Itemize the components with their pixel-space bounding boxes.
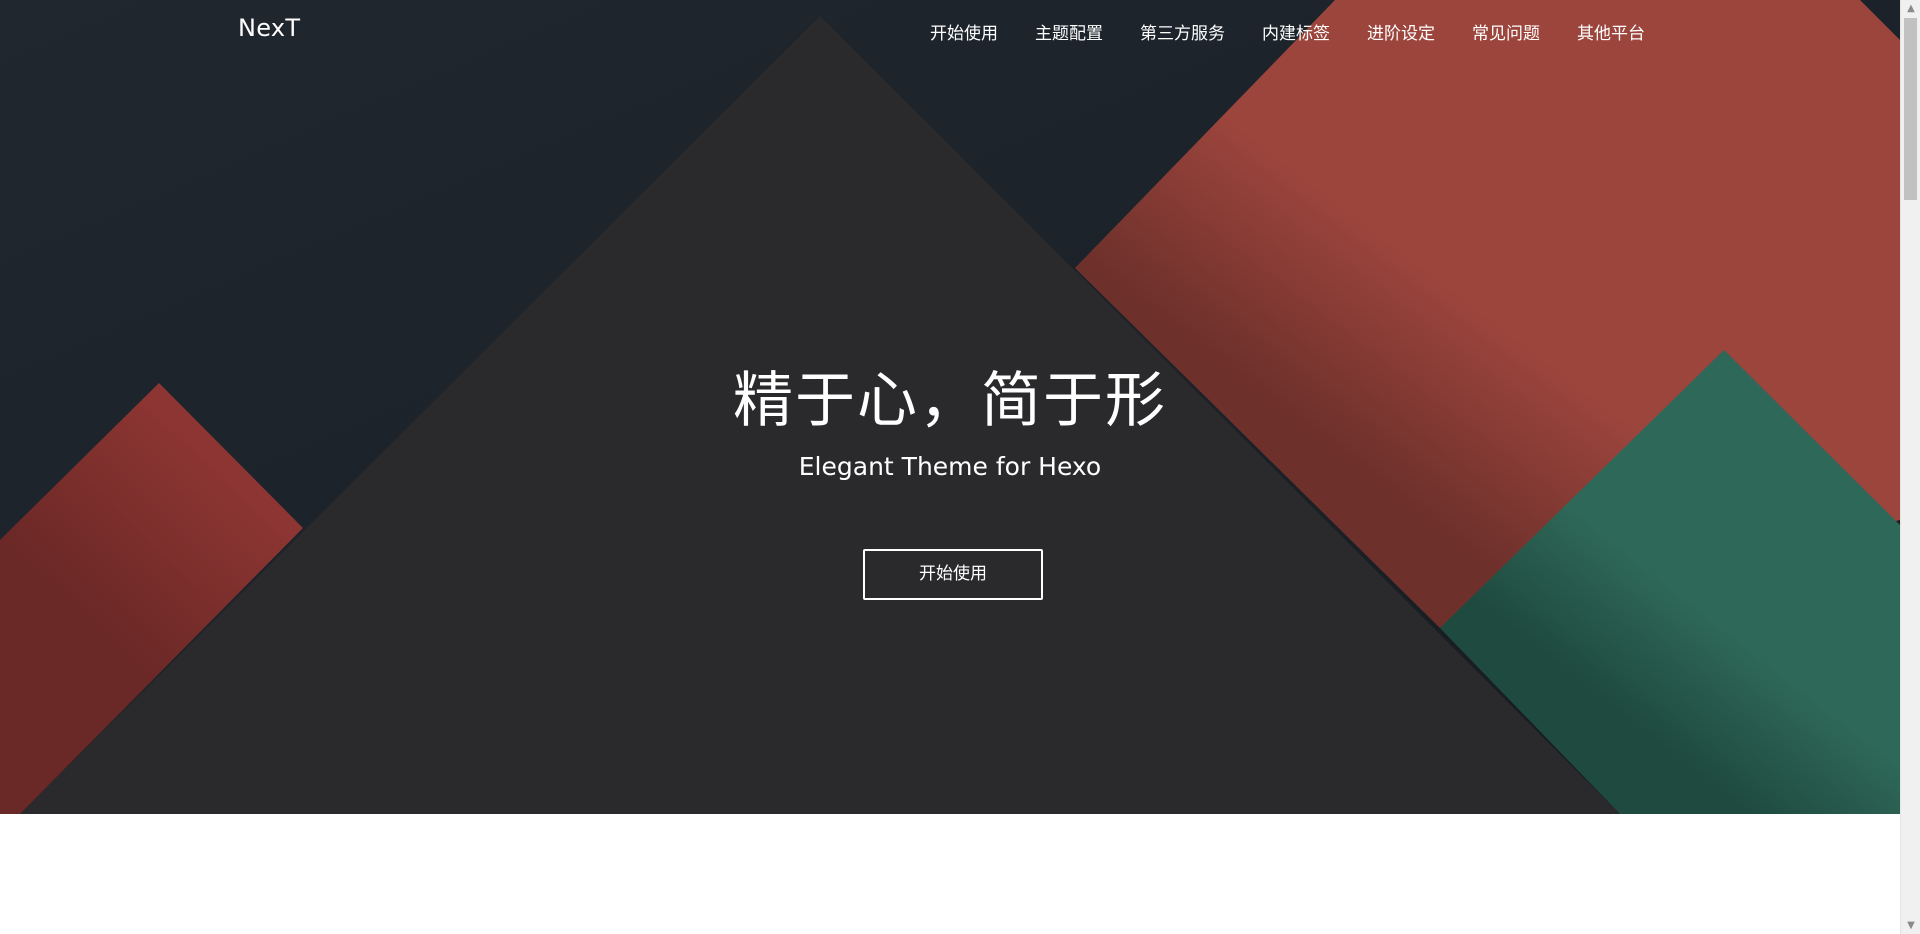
nav-item-other-platforms: 其他平台 [1577, 19, 1645, 44]
brand-logo[interactable]: NexT [238, 14, 300, 42]
nav-link-getting-started[interactable]: 开始使用 [930, 24, 998, 44]
nav-link-other-platforms[interactable]: 其他平台 [1577, 24, 1645, 44]
nav-link-tag-plugins[interactable]: 内建标签 [1262, 24, 1330, 44]
nav-item-tag-plugins: 内建标签 [1262, 19, 1330, 44]
nav-item-theme-config: 主题配置 [1035, 19, 1103, 44]
hero-content: 精于心，简于形 Elegant Theme for Hexo 开始使用 [0, 356, 1900, 600]
chevron-up-icon[interactable]: ▲ [1901, 0, 1920, 17]
nav-item-getting-started: 开始使用 [930, 19, 998, 44]
nav-item-third-party: 第三方服务 [1140, 19, 1225, 44]
chevron-down-icon[interactable]: ▼ [1901, 917, 1920, 934]
hero-section: NexT 开始使用 主题配置 第三方服务 内建标签 进阶设定 常见问题 其他平台… [0, 0, 1900, 814]
hero-subtitle: Elegant Theme for Hexo [798, 452, 1102, 481]
nav-item-advanced: 进阶设定 [1367, 19, 1435, 44]
nav-link-faq[interactable]: 常见问题 [1472, 24, 1540, 44]
get-started-button[interactable]: 开始使用 [863, 549, 1043, 600]
page: NexT 开始使用 主题配置 第三方服务 内建标签 进阶设定 常见问题 其他平台… [0, 0, 1920, 934]
nav-link-advanced[interactable]: 进阶设定 [1367, 24, 1435, 44]
scrollbar-thumb[interactable] [1904, 18, 1917, 200]
nav-menu: 开始使用 主题配置 第三方服务 内建标签 进阶设定 常见问题 其他平台 [893, 19, 1645, 44]
nav-link-third-party[interactable]: 第三方服务 [1140, 24, 1225, 44]
vertical-scrollbar[interactable]: ▲ ▼ [1900, 0, 1920, 934]
navbar: NexT 开始使用 主题配置 第三方服务 内建标签 进阶设定 常见问题 其他平台 [0, 0, 1900, 62]
hero-title: 精于心，简于形 [733, 366, 1167, 436]
nav-link-theme-config[interactable]: 主题配置 [1035, 24, 1103, 44]
nav-item-faq: 常见问题 [1472, 19, 1540, 44]
